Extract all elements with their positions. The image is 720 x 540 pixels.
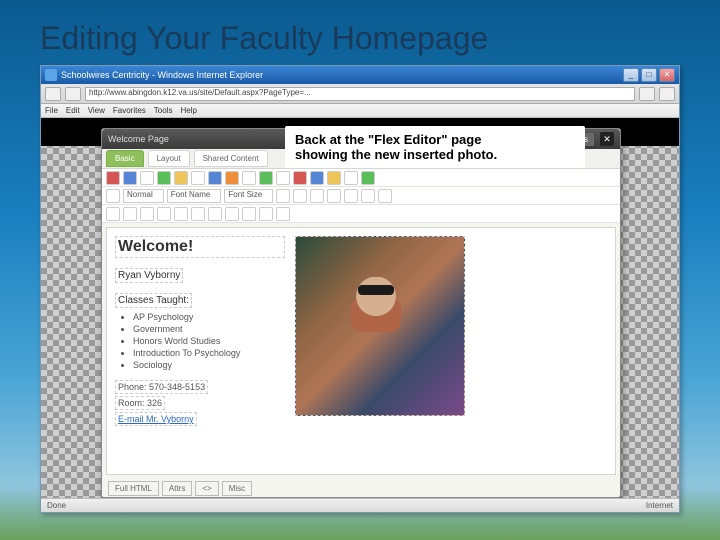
content-area[interactable]: Welcome! Ryan Vyborny Classes Taught: AP… <box>106 227 616 475</box>
menu-edit[interactable]: Edit <box>66 106 80 115</box>
tool-icon[interactable] <box>276 207 290 221</box>
tool-icon[interactable] <box>208 171 222 185</box>
tool-icon[interactable] <box>259 207 273 221</box>
list-item: Government <box>133 324 285 334</box>
view-tab[interactable]: Attrs <box>162 481 192 496</box>
tab-basic[interactable]: Basic <box>106 150 144 167</box>
url-input[interactable]: http://www.abingdon.k12.va.us/site/Defau… <box>85 87 635 101</box>
tool-icon[interactable] <box>242 207 256 221</box>
forward-button[interactable] <box>65 87 81 101</box>
classes-label: Classes Taught: <box>115 293 192 308</box>
titlebar: Schoolwires Centricity - Windows Interne… <box>41 66 679 84</box>
format-select[interactable]: Normal <box>123 189 164 203</box>
room-info: Room: 326 <box>115 396 165 410</box>
tool-icon[interactable] <box>378 189 392 203</box>
callout-line1: Back at the "Flex Editor" page <box>295 132 575 147</box>
fontname-select[interactable]: Font Name <box>167 189 222 203</box>
menu-help[interactable]: Help <box>180 106 196 115</box>
list-item: Sociology <box>133 360 285 370</box>
tool-icon[interactable] <box>208 207 222 221</box>
flex-editor-panel: Welcome Page Advanced Settings ✕ Basic L… <box>101 128 621 498</box>
editor-close-button[interactable]: ✕ <box>600 132 614 146</box>
tab-layout[interactable]: Layout <box>148 150 190 167</box>
view-tab[interactable]: Misc <box>222 481 252 496</box>
close-button[interactable]: ✕ <box>659 68 675 82</box>
status-left: Done <box>47 501 66 510</box>
tool-icon[interactable] <box>106 207 120 221</box>
tool-icon[interactable] <box>344 189 358 203</box>
status-right: Internet <box>646 501 673 510</box>
instruction-callout: Back at the "Flex Editor" page showing t… <box>285 126 585 168</box>
tool-icon[interactable] <box>225 207 239 221</box>
app-icon <box>45 69 57 81</box>
tool-icon[interactable] <box>157 207 171 221</box>
email-link[interactable]: E-mail Mr. Vyborny <box>115 412 197 426</box>
tool-icon[interactable] <box>191 171 205 185</box>
tool-icon[interactable] <box>123 207 137 221</box>
addressbar: http://www.abingdon.k12.va.us/site/Defau… <box>41 84 679 104</box>
editor-view-tabs: Full HTML Attrs <> Misc <box>102 479 620 498</box>
toolbar-row-1 <box>102 169 620 187</box>
minimize-button[interactable]: _ <box>623 68 639 82</box>
tool-icon[interactable] <box>327 171 341 185</box>
tool-icon[interactable] <box>140 171 154 185</box>
underline-icon[interactable] <box>310 189 324 203</box>
bold-icon[interactable] <box>276 189 290 203</box>
maximize-button[interactable]: □ <box>641 68 657 82</box>
menubar: File Edit View Favorites Tools Help <box>41 104 679 118</box>
tab-shared[interactable]: Shared Content <box>194 150 268 167</box>
window-title: Schoolwires Centricity - Windows Interne… <box>61 70 623 80</box>
tool-icon[interactable] <box>174 171 188 185</box>
menu-favorites[interactable]: Favorites <box>113 106 146 115</box>
tool-icon[interactable] <box>310 171 324 185</box>
tool-icon[interactable] <box>293 171 307 185</box>
teacher-name: Ryan Vyborny <box>115 268 183 283</box>
back-button[interactable] <box>45 87 61 101</box>
refresh-button[interactable] <box>639 87 655 101</box>
fontsize-select[interactable]: Font Size <box>224 189 273 203</box>
view-tab[interactable]: Full HTML <box>108 481 159 496</box>
welcome-heading: Welcome! <box>115 236 285 258</box>
tool-icon[interactable] <box>344 171 358 185</box>
browser-window: Schoolwires Centricity - Windows Interne… <box>40 65 680 513</box>
menu-file[interactable]: File <box>45 106 58 115</box>
menu-tools[interactable]: Tools <box>154 106 173 115</box>
slide-title: Editing Your Faculty Homepage <box>40 20 680 57</box>
toolbar-row-3 <box>102 205 620 223</box>
tool-icon[interactable] <box>259 171 273 185</box>
tool-icon[interactable] <box>242 171 256 185</box>
editor-header-tab[interactable]: Welcome Page <box>108 134 169 144</box>
list-item: Honors World Studies <box>133 336 285 346</box>
tool-icon[interactable] <box>106 189 120 203</box>
tool-icon[interactable] <box>106 171 120 185</box>
view-tab[interactable]: <> <box>195 481 218 496</box>
tool-icon[interactable] <box>123 171 137 185</box>
italic-icon[interactable] <box>293 189 307 203</box>
list-item: AP Psychology <box>133 312 285 322</box>
tool-icon[interactable] <box>157 171 171 185</box>
tool-icon[interactable] <box>191 207 205 221</box>
tool-icon[interactable] <box>327 189 341 203</box>
callout-line2: showing the new inserted photo. <box>295 147 575 162</box>
classes-list: AP Psychology Government Honors World St… <box>133 312 285 370</box>
statusbar: Done Internet <box>41 498 679 512</box>
tool-icon[interactable] <box>276 171 290 185</box>
phone-info: Phone: 570-348-5153 <box>115 380 208 394</box>
tool-icon[interactable] <box>225 171 239 185</box>
menu-view[interactable]: View <box>88 106 105 115</box>
tool-icon[interactable] <box>361 189 375 203</box>
tool-icon[interactable] <box>140 207 154 221</box>
toolbar-row-2: Normal Font Name Font Size <box>102 187 620 205</box>
tool-icon[interactable] <box>174 207 188 221</box>
inserted-photo[interactable] <box>295 236 465 416</box>
search-button[interactable] <box>659 87 675 101</box>
tool-icon[interactable] <box>361 171 375 185</box>
list-item: Introduction To Psychology <box>133 348 285 358</box>
